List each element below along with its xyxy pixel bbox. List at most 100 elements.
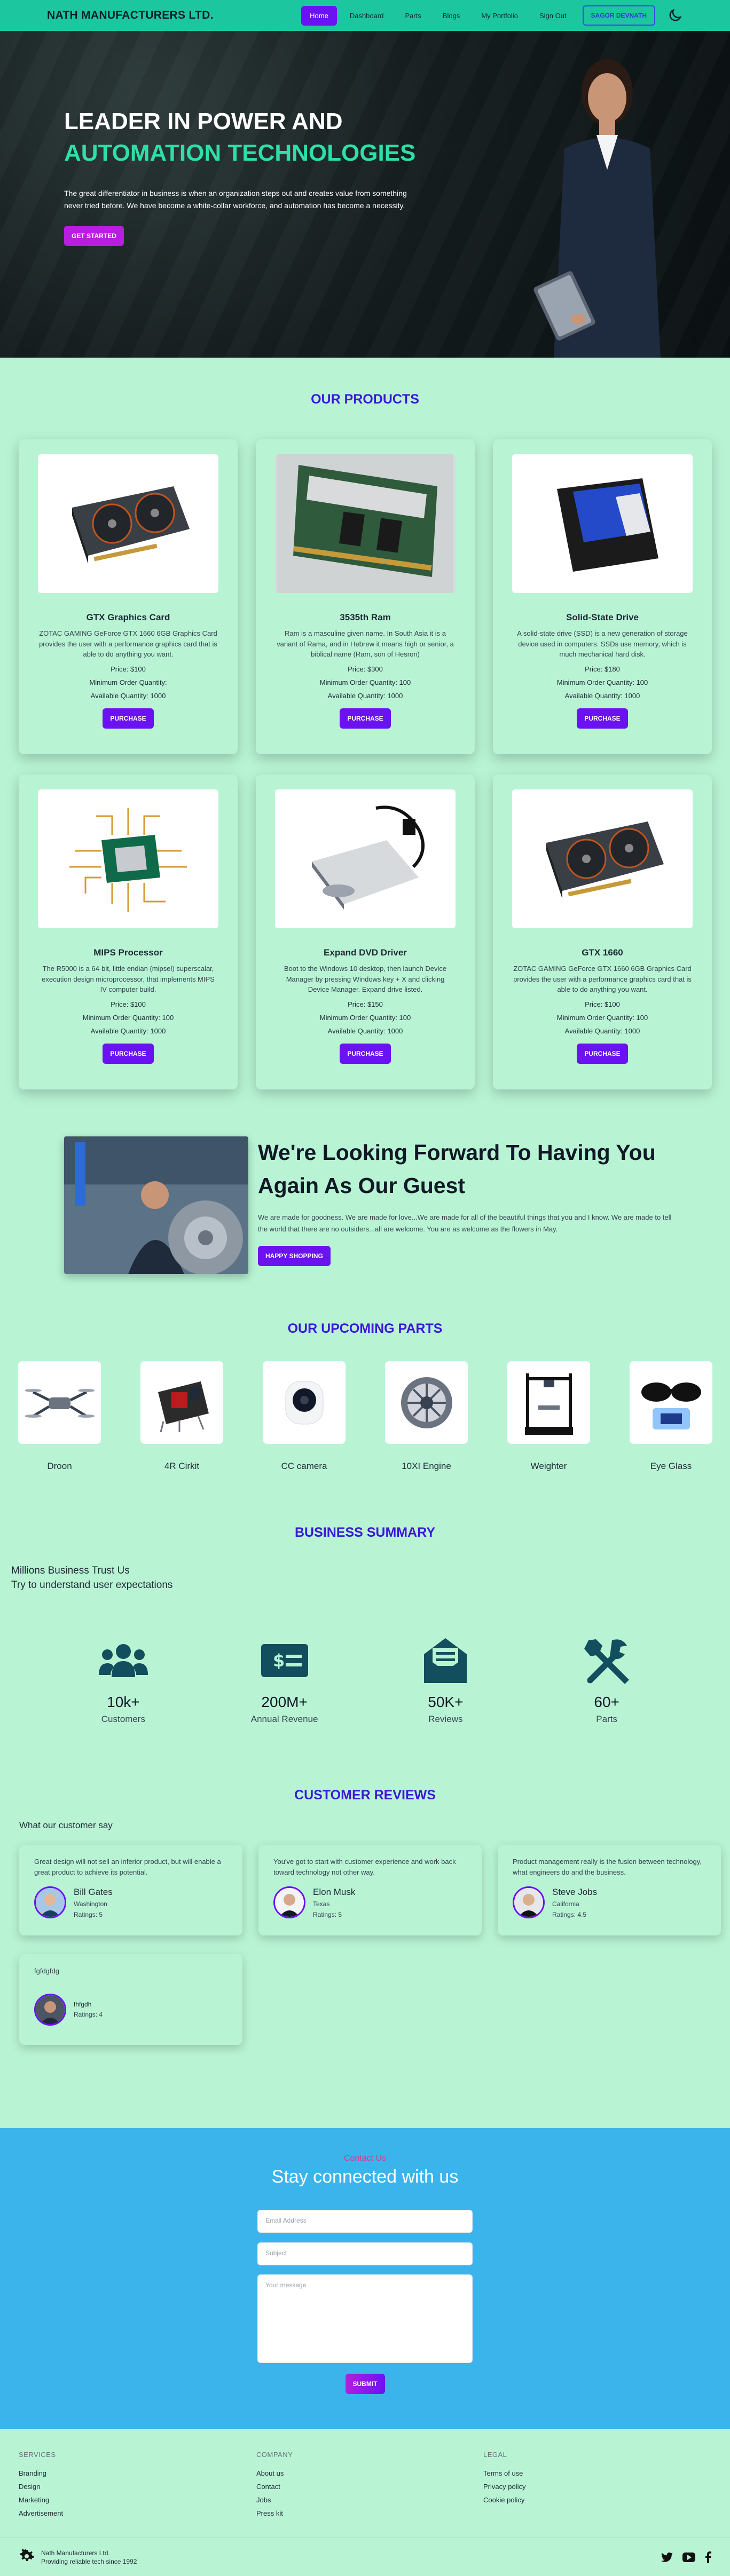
nav-link-sign-out[interactable]: Sign Out <box>531 6 575 26</box>
product-description: ZOTAC GAMING GeForce GTX 1660 6GB Graphi… <box>513 965 692 993</box>
part-item[interactable]: Droon <box>18 1361 101 1472</box>
footer-link[interactable]: Branding <box>19 2469 256 2477</box>
nav-link-portfolio[interactable]: My Portfolio <box>473 6 527 26</box>
product-card: MIPS Processor The R5000 is a 64-bit, li… <box>19 775 238 1089</box>
gpu-icon <box>546 821 664 899</box>
cpu-icon <box>69 808 187 912</box>
products-title: OUR PRODUCTS <box>311 392 419 407</box>
subject-field[interactable]: Subject <box>257 2242 473 2266</box>
review-text: You've got to start with customer experi… <box>273 1858 456 1876</box>
avatar <box>513 1886 545 1918</box>
part-item[interactable]: Eye Glass <box>630 1361 712 1472</box>
stat-value: 10k+ <box>107 1694 140 1711</box>
reviewer-rating: Ratings: 4 <box>74 2011 103 2019</box>
part-name: Weighter <box>530 1461 567 1471</box>
part-item[interactable]: Weighter <box>507 1361 590 1472</box>
get-started-button[interactable]: GET STARTED <box>64 225 124 246</box>
footer-link[interactable]: Advertisement <box>19 2509 256 2517</box>
purchase-button[interactable]: PURCHASE <box>577 708 628 729</box>
glasses-icon <box>641 1382 701 1429</box>
footer-link[interactable]: Marketing <box>19 2496 256 2504</box>
product-price: Price: $100 <box>111 665 146 673</box>
hero-title-line-1: LEADER IN POWER AND <box>64 108 343 135</box>
footer-link[interactable]: Jobs <box>256 2496 483 2504</box>
submit-button[interactable]: SUBMIT <box>345 2374 385 2395</box>
footer-services: SERVICES Branding Design Marketing Adver… <box>19 2451 256 2523</box>
gear-logo-icon <box>20 2549 34 2561</box>
reviewer-name: Elon Musk <box>313 1887 356 1898</box>
footer-link[interactable]: About us <box>256 2469 483 2477</box>
product-available-quantity: Available Quantity: 1000 <box>564 691 640 700</box>
stat-revenue: $ 200M+ Annual Revenue <box>204 1635 365 1725</box>
hero-description: The great differentiator in business is … <box>64 188 407 210</box>
stat-reviews: 50K+ Reviews <box>365 1635 527 1725</box>
purchase-button[interactable]: PURCHASE <box>103 708 154 729</box>
email-field[interactable]: Email Address <box>257 2210 473 2233</box>
footer-link[interactable]: Terms of use <box>483 2469 708 2477</box>
footer-link[interactable]: Contact <box>256 2483 483 2491</box>
product-min-quantity: Minimum Order Quantity: 100 <box>319 678 411 686</box>
footer-heading: COMPANY <box>256 2451 293 2459</box>
part-name: 10XI Engine <box>402 1461 451 1471</box>
part-item[interactable]: CC camera <box>263 1361 346 1472</box>
upcoming-section: OUR UPCOMING PARTS Droon 4R Cirkit CC ca… <box>0 1321 730 1472</box>
product-description: A solid-state drive (SSD) is a new gener… <box>517 629 688 658</box>
nav-link-blogs[interactable]: Blogs <box>434 6 469 26</box>
purchase-button[interactable]: PURCHASE <box>340 1043 391 1064</box>
part-item[interactable]: 10XI Engine <box>385 1361 468 1472</box>
dark-mode-icon[interactable] <box>667 7 683 23</box>
nav-link-home[interactable]: Home <box>301 5 337 26</box>
stat-icon-wrapper <box>43 1635 204 1686</box>
product-card: 3535th Ram Ram is a masculine given name… <box>256 439 475 754</box>
part-image <box>630 1361 712 1444</box>
review-text: Great design will not sell an inferior p… <box>34 1858 221 1876</box>
top-navbar: NATH MANUFACTURERS LTD. Home Dashboard P… <box>0 0 730 31</box>
product-available-quantity: Available Quantity: 1000 <box>90 691 166 700</box>
footer-link[interactable]: Privacy policy <box>483 2483 708 2491</box>
reviewer-rating: Ratings: 5 <box>74 1910 103 1918</box>
purchase-button[interactable]: PURCHASE <box>577 1043 628 1064</box>
review-card: You've got to start with customer experi… <box>258 1845 482 1936</box>
stat-value: 60+ <box>594 1694 619 1711</box>
product-price: Price: $150 <box>348 1000 383 1008</box>
product-card: Expand DVD Driver Boot to the Windows 10… <box>256 775 475 1089</box>
footer-tagline: Providing reliable tech since 1992 <box>41 2557 137 2565</box>
footer-link[interactable]: Cookie policy <box>483 2496 708 2504</box>
tools-icon <box>584 1639 630 1685</box>
review-info: Steve Jobs California Ratings: 4.5 <box>552 1885 597 1920</box>
purchase-button[interactable]: PURCHASE <box>340 708 391 729</box>
brand-logo[interactable]: NATH MANUFACTURERS LTD. <box>47 9 214 22</box>
review-person: fhfgdh Ratings: 4 <box>34 1994 227 2026</box>
youtube-icon[interactable] <box>682 2552 695 2562</box>
stat-value: 50K+ <box>428 1694 464 1711</box>
footer-link[interactable]: Design <box>19 2483 256 2491</box>
products-grid: GTX Graphics Card ZOTAC GAMING GeForce G… <box>19 439 730 1089</box>
upcoming-parts-list: Droon 4R Cirkit CC camera 10XI Engine We… <box>18 1361 730 1472</box>
user-button[interactable]: SAGOR DEVNATH <box>582 5 655 26</box>
twitter-icon[interactable] <box>661 2552 673 2563</box>
nav-link-parts[interactable]: Parts <box>396 6 429 26</box>
stat-icon-wrapper: $ <box>204 1635 365 1686</box>
product-min-quantity: Minimum Order Quantity: 100 <box>82 1013 174 1022</box>
facebook-icon[interactable] <box>705 2551 711 2563</box>
part-item[interactable]: 4R Cirkit <box>140 1361 223 1472</box>
part-image <box>140 1361 223 1444</box>
happy-shopping-button[interactable]: HAPPY SHOPPING <box>258 1246 331 1267</box>
contact-kicker: Contact Us <box>343 2154 387 2163</box>
upcoming-title: OUR UPCOMING PARTS <box>287 1321 443 1336</box>
product-card: GTX 1660 ZOTAC GAMING GeForce GTX 1660 6… <box>493 775 712 1089</box>
footer-company-name: Nath Manufacturers Ltd. <box>41 2549 110 2557</box>
message-field[interactable]: Your message <box>257 2274 473 2364</box>
engine-icon <box>401 1377 452 1428</box>
product-card: GTX Graphics Card ZOTAC GAMING GeForce G… <box>19 439 238 754</box>
nav-link-dashboard[interactable]: Dashboard <box>341 6 393 26</box>
guest-text: We're Looking Forward To Having You Agai… <box>258 1136 674 1274</box>
reviewer-location: California <box>552 1900 579 1908</box>
product-name: MIPS Processor <box>93 947 163 958</box>
hero-title-line-2: AUTOMATION TECHNOLOGIES <box>64 140 416 167</box>
hero-content: LEADER IN POWER AND AUTOMATION TECHNOLOG… <box>64 106 427 246</box>
purchase-button[interactable]: PURCHASE <box>103 1043 154 1064</box>
footer-link[interactable]: Press kit <box>256 2509 483 2517</box>
reviewer-rating: Ratings: 4.5 <box>552 1910 587 1918</box>
guest-title: We're Looking Forward To Having You Agai… <box>258 1140 656 1198</box>
